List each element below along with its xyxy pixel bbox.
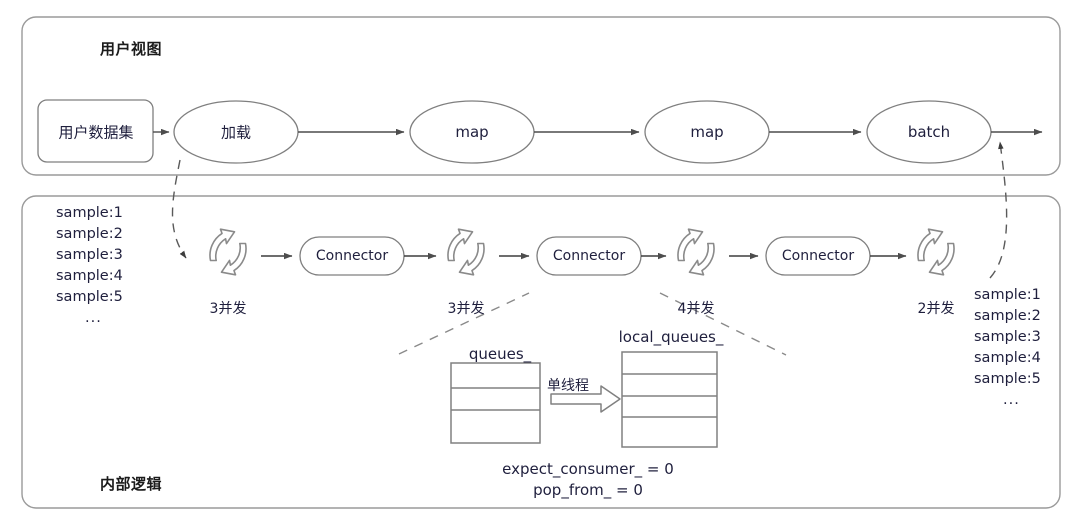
diagram-canvas: 用户视图 内部逻辑 用户数据集 加载 map map batch sample:…: [0, 0, 1080, 528]
list-item: sample:1: [974, 287, 1041, 303]
list-item: sample:5: [974, 371, 1041, 387]
list-item: sample:3: [974, 329, 1041, 345]
loop-caption-1: 3并发: [209, 301, 247, 317]
queues-table: [450, 362, 541, 444]
panel-title-internal-logic: 内部逻辑: [100, 475, 163, 493]
connector-label-1: Connector: [315, 248, 389, 264]
loop-icon-2: [447, 228, 485, 276]
dashed-link-load-to-loop1: [171, 159, 187, 259]
stage-label-batch: batch: [907, 123, 951, 141]
loop-icon-3: [677, 228, 715, 276]
panel-title-user-view: 用户视图: [100, 40, 163, 58]
stage-label-map-1: map: [455, 123, 489, 141]
loop-caption-4: 2并发: [917, 301, 955, 317]
list-item: sample:4: [974, 350, 1041, 366]
loop-caption-3: 4并发: [677, 301, 715, 317]
output-sample-list: sample:1 sample:2 sample:3 sample:4 samp…: [974, 285, 1041, 411]
loop-caption-2: 3并发: [447, 301, 485, 317]
list-item: sample:5: [56, 289, 123, 305]
panel-user-view-frame: [21, 16, 1061, 176]
list-item: sample:3: [56, 247, 123, 263]
single-thread-label: 单线程: [547, 378, 589, 394]
input-sample-list: sample:1 sample:2 sample:3 sample:4 samp…: [56, 203, 123, 329]
connector-label-3: Connector: [781, 248, 855, 264]
connector-label-2: Connector: [552, 248, 626, 264]
local-queues-table: [621, 351, 718, 448]
list-item: sample:2: [974, 308, 1041, 324]
diagram-vector-layer: [21, 16, 1061, 509]
stage-label-load: 加载: [220, 123, 252, 142]
user-dataset-label: 用户数据集: [58, 123, 134, 142]
list-item: sample:2: [56, 226, 123, 242]
list-item: sample:1: [56, 205, 123, 221]
dashed-link-loop4-to-output: [989, 141, 1008, 279]
list-ellipsis: ...: [85, 310, 102, 326]
pop-from-stat: pop_from_ = 0: [533, 481, 643, 499]
list-ellipsis: ...: [1003, 392, 1020, 408]
queues-title: queues_: [468, 345, 532, 363]
loop-icon-4: [917, 228, 955, 276]
list-item: sample:4: [56, 268, 123, 284]
expect-consumer-stat: expect_consumer_ = 0: [502, 460, 674, 478]
loop-icon-1: [209, 228, 247, 276]
local-queues-title: local_queues_: [618, 328, 724, 346]
stage-label-map-2: map: [690, 123, 724, 141]
